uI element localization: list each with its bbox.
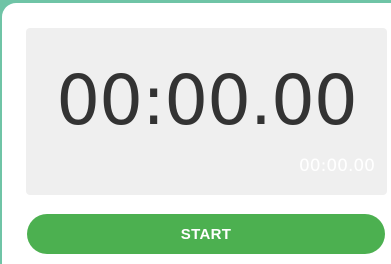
stopwatch-window: 00:00.00 00:00.00 START — [2, 3, 391, 264]
main-time-readout: 00:00.00 — [56, 61, 358, 141]
start-button[interactable]: START — [27, 214, 385, 254]
lap-time-readout: 00:00.00 — [298, 156, 375, 176]
time-display-panel: 00:00.00 00:00.00 — [26, 28, 387, 195]
